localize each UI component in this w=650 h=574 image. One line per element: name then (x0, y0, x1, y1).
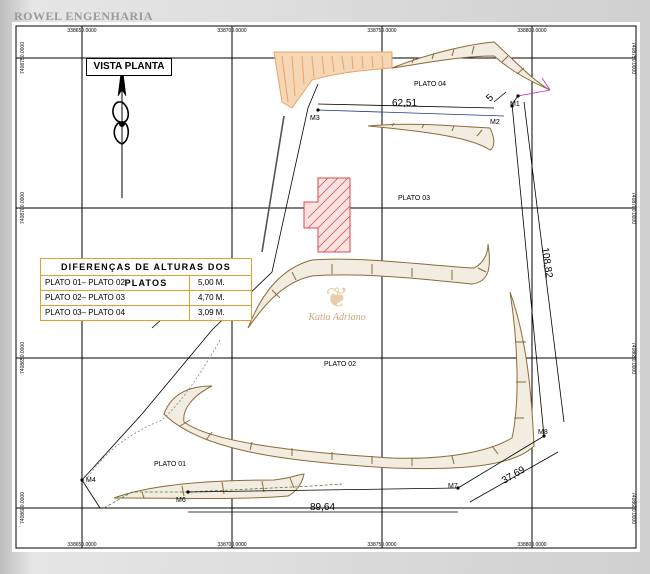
table-row: PLATO 01– PLATO 02 5,00 M. (41, 276, 251, 291)
table-cell-label: PLATO 03– PLATO 04 (41, 306, 190, 320)
dim-label-37: 37,69 (500, 464, 528, 486)
watermark: ❦ Katia Adriano (282, 282, 392, 324)
drawing-sheet: 338650.0000 338700.0000 338750.0000 3388… (12, 22, 640, 552)
point-label-m6: M6 (176, 497, 186, 504)
dim-line-5 (493, 91, 507, 103)
eagle-logo-icon: ❦ (325, 282, 349, 313)
dim-label-5: 5 (484, 92, 496, 104)
view-title: VISTA PLANTA (86, 58, 172, 76)
boundary-north (317, 109, 505, 117)
grid-label-right-4: 7408600.0000 (630, 492, 636, 524)
grid-label-bottom-3: 338750.0000 (367, 542, 396, 548)
marker-m1 (516, 94, 520, 98)
watermark-name: Katia Adriano (308, 312, 366, 323)
grid-label-top-1: 338650.0000 (67, 28, 96, 34)
marker-m4 (80, 478, 84, 482)
boundary-sw (81, 479, 101, 509)
grid-label-left-2: 7408700.0000 (20, 192, 26, 224)
grid-label-top-4: 338800.0000 (517, 28, 546, 34)
table-cell-label: PLATO 02– PLATO 03 (41, 291, 190, 305)
plateau-label-01: PLATO 01 (154, 461, 186, 468)
building-footprint (303, 177, 351, 253)
height-difference-table: DIFERENÇAS DE ALTURAS DOS PLATOS PLATO 0… (40, 258, 252, 321)
grid-label-left-1: 7408750.0000 (20, 42, 26, 74)
grid-label-right-2: 7408700.0000 (630, 192, 636, 224)
grid-label-left-3: 7408650.0000 (20, 342, 26, 374)
grid-label-right-1: 7408750.0000 (630, 42, 636, 74)
marker-m6 (186, 490, 190, 494)
marker-m3 (316, 108, 320, 112)
boundary-dashed (83, 339, 221, 485)
point-label-m4: M4 (86, 477, 96, 484)
north-arrow-icon (112, 63, 130, 198)
grid-label-right-3: 7408650.0000 (630, 342, 636, 374)
grid-label-bottom-2: 338700.0000 (217, 542, 246, 548)
dim-label-89: 89,64 (310, 502, 335, 513)
grid-label-bottom-1: 338650.0000 (67, 542, 96, 548)
orange-hatch-area (273, 51, 393, 109)
table-row: PLATO 03– PLATO 04 3,09 M. (41, 306, 251, 320)
plateau-label-04: PLATO 04 (414, 81, 446, 88)
dim-label-108: 108,82 (539, 247, 554, 279)
table-cell-value: 4,70 M. (198, 293, 225, 302)
point-label-m3: M3 (310, 115, 320, 122)
point-label-m2: M2 (490, 119, 500, 126)
drawing-window: ROWEL ENGENHARIA 338650.0000 338700.0000… (0, 0, 650, 574)
grid-label-top-3: 338750.0000 (367, 28, 396, 34)
table-cell-label: PLATO 01– PLATO 02 (41, 276, 190, 290)
table-title: DIFERENÇAS DE ALTURAS DOS PLATOS (41, 259, 251, 288)
grid-label-left-4: 7408600.0000 (20, 492, 26, 524)
table-row: PLATO 02– PLATO 03 4,70 M. (41, 291, 251, 306)
grid-label-bottom-4: 338800.0000 (517, 542, 546, 548)
point-label-m7: M7 (448, 483, 458, 490)
grid-label-top-2: 338700.0000 (217, 28, 246, 34)
plateau-label-02: PLATO 02 (324, 361, 356, 368)
point-label-m1: M1 (510, 101, 520, 108)
table-cell-value: 3,09 M. (198, 308, 225, 317)
dim-label-62: 62,51 (392, 98, 417, 109)
table-cell-value: 5,00 M. (198, 278, 225, 287)
plateau-label-03: PLATO 03 (398, 195, 430, 202)
point-label-m8: M8 (538, 429, 548, 436)
embankment-plato3-upper (367, 123, 495, 151)
